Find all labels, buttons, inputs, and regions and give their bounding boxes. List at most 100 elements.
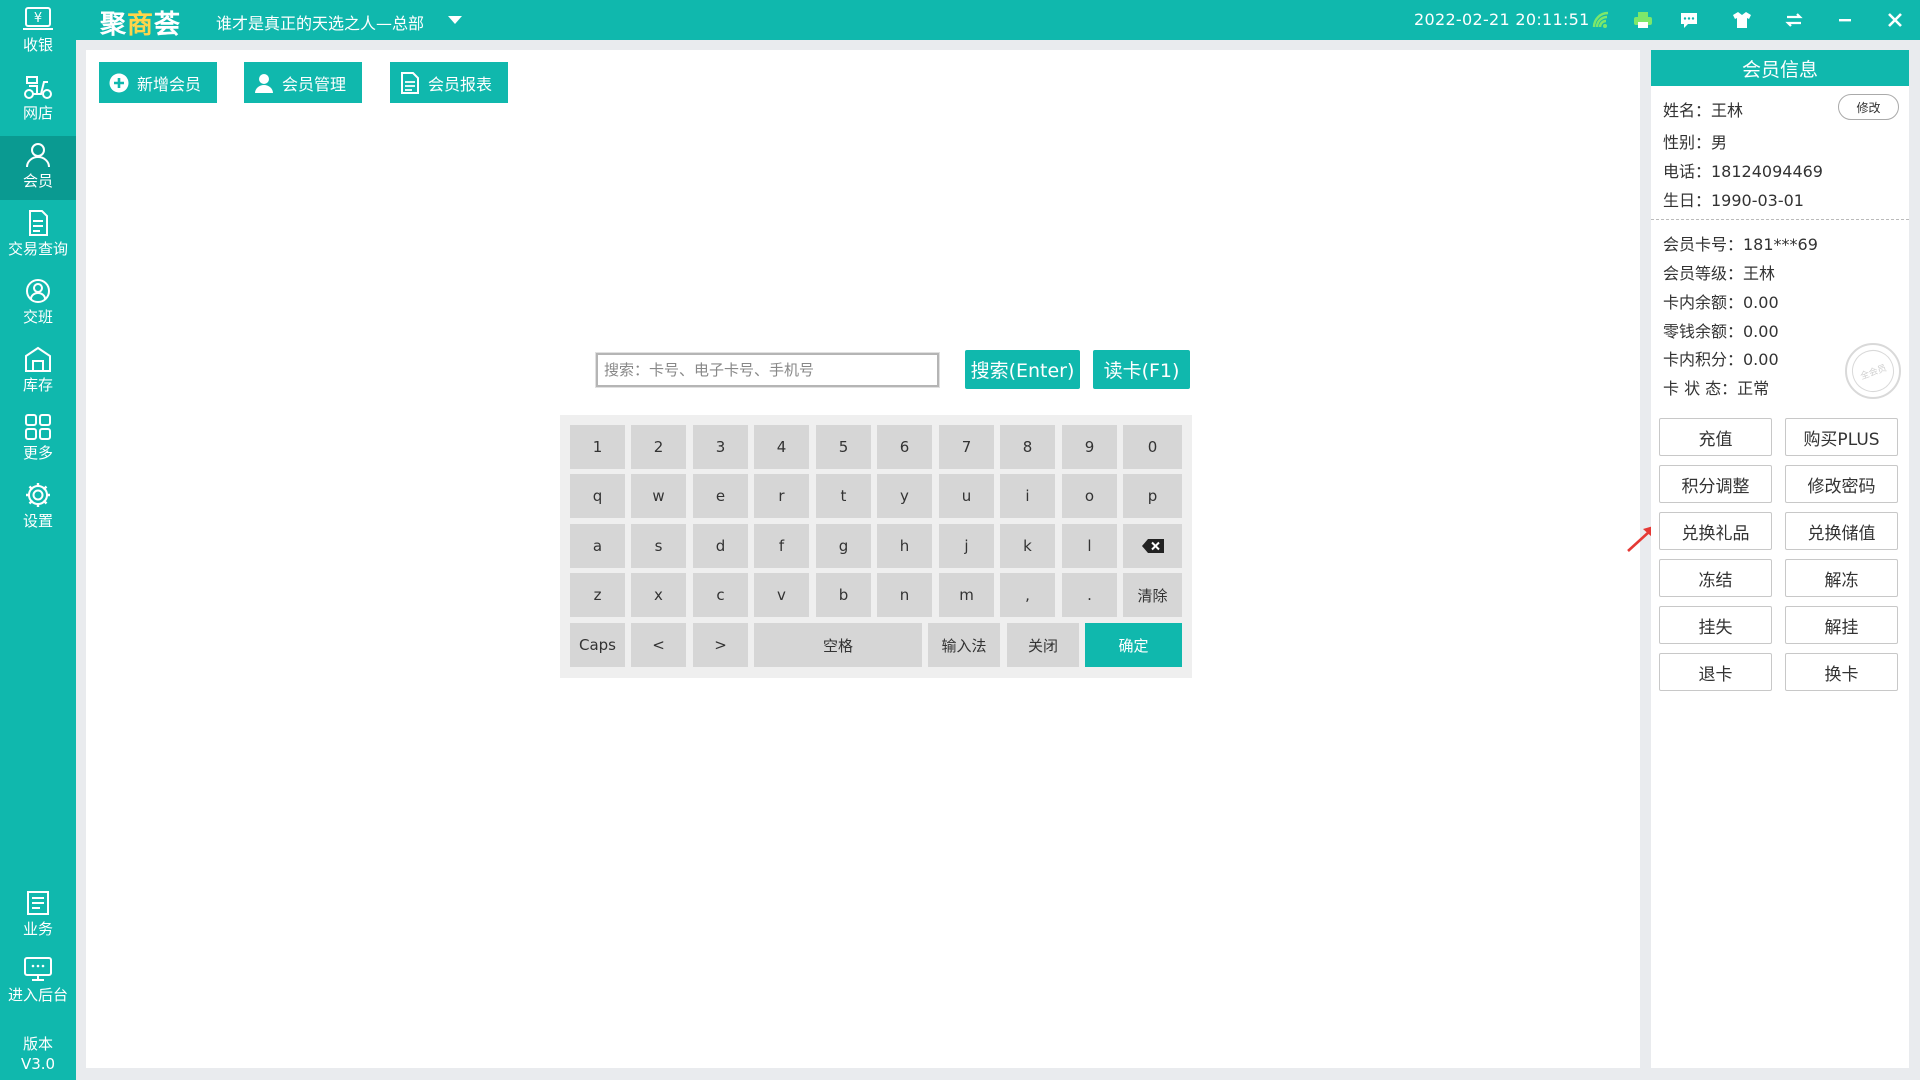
key[interactable]: , — [1000, 573, 1055, 617]
key[interactable]: 9 — [1062, 425, 1117, 469]
svg-text:¥: ¥ — [34, 11, 42, 26]
warehouse-icon — [25, 346, 51, 372]
sidebar-item-cashier[interactable]: ¥ 收银 — [0, 0, 76, 64]
key[interactable]: h — [877, 524, 932, 568]
key[interactable]: s — [631, 524, 686, 568]
key[interactable]: y — [877, 474, 932, 518]
key[interactable]: o — [1062, 474, 1117, 518]
unfreeze-button[interactable]: 解冻 — [1785, 559, 1898, 597]
add-member-button[interactable]: 新增会员 — [99, 62, 217, 103]
sidebar-item-online-store[interactable]: 网店 — [0, 68, 76, 132]
key[interactable]: k — [1000, 524, 1055, 568]
key[interactable]: c — [693, 573, 748, 617]
change-password-button[interactable]: 修改密码 — [1785, 465, 1898, 503]
space-key[interactable]: 空格 — [754, 623, 922, 667]
wifi-icon[interactable] — [1590, 9, 1612, 31]
report-loss-button[interactable]: 挂失 — [1659, 606, 1772, 644]
printer-icon[interactable] — [1632, 9, 1654, 31]
redeem-value-button[interactable]: 兑换储值 — [1785, 512, 1898, 550]
search-input[interactable] — [595, 352, 940, 388]
key[interactable]: 5 — [816, 425, 871, 469]
return-card-button[interactable]: 退卡 — [1659, 653, 1772, 691]
confirm-key[interactable]: 确定 — [1085, 623, 1182, 667]
key[interactable]: t — [816, 474, 871, 518]
sidebar-item-inventory[interactable]: 库存 — [0, 340, 76, 404]
key[interactable]: r — [754, 474, 809, 518]
close-keyboard-key[interactable]: 关闭 — [1007, 623, 1079, 667]
switch-icon[interactable] — [1783, 9, 1805, 31]
member-management-button[interactable]: 会员管理 — [244, 62, 362, 103]
sidebar-item-transactions[interactable]: 交易查询 — [0, 204, 76, 268]
key[interactable]: 8 — [1000, 425, 1055, 469]
minimize-icon[interactable] — [1834, 9, 1856, 31]
chevron-down-icon[interactable] — [448, 16, 462, 24]
card-balance: 卡内余额：0.00 — [1663, 293, 1779, 312]
key[interactable]: 6 — [877, 425, 932, 469]
key[interactable]: 1 — [570, 425, 625, 469]
key[interactable]: d — [693, 524, 748, 568]
sidebar-item-backend[interactable]: 进入后台 — [0, 950, 76, 1014]
key[interactable]: w — [631, 474, 686, 518]
key[interactable]: m — [939, 573, 994, 617]
backspace-key[interactable] — [1123, 524, 1182, 568]
key[interactable]: v — [754, 573, 809, 617]
key[interactable]: x — [631, 573, 686, 617]
key[interactable]: q — [570, 474, 625, 518]
read-card-button[interactable]: 读卡(F1) — [1093, 350, 1190, 389]
sidebar-item-business[interactable]: 业务 — [0, 884, 76, 948]
key[interactable]: g — [816, 524, 871, 568]
virtual-keyboard: 1 2 3 4 5 6 7 8 9 0 q w e r t y u i o p … — [560, 415, 1192, 678]
scooter-icon — [24, 76, 52, 99]
title-bar: 聚商荟 谁才是真正的天选之人—总部 2022-02-21 20:11:51 — [0, 0, 1920, 40]
caps-key[interactable]: Caps — [570, 623, 625, 667]
card-points: 卡内积分：0.00 — [1663, 350, 1779, 369]
sidebar-item-shift[interactable]: 交班 — [0, 272, 76, 336]
store-name[interactable]: 谁才是真正的天选之人—总部 — [216, 10, 424, 34]
recharge-button[interactable]: 充值 — [1659, 418, 1772, 456]
key[interactable]: u — [939, 474, 994, 518]
sidebar-item-member[interactable]: 会员 — [0, 136, 76, 200]
key[interactable]: j — [939, 524, 994, 568]
member-icon — [26, 143, 50, 168]
key[interactable]: e — [693, 474, 748, 518]
key[interactable]: z — [570, 573, 625, 617]
key[interactable]: . — [1062, 573, 1117, 617]
sidebar-item-more[interactable]: 更多 — [0, 408, 76, 472]
key[interactable]: b — [816, 573, 871, 617]
key[interactable]: n — [877, 573, 932, 617]
ime-key[interactable]: 输入法 — [928, 623, 1000, 667]
report-icon — [401, 71, 419, 94]
key[interactable]: p — [1123, 474, 1182, 518]
search-button[interactable]: 搜索(Enter) — [965, 350, 1080, 389]
app-logo: 聚商荟 — [100, 10, 182, 40]
close-icon[interactable] — [1884, 9, 1906, 31]
message-icon[interactable] — [1678, 9, 1700, 31]
key[interactable]: 7 — [939, 425, 994, 469]
key[interactable]: 0 — [1123, 425, 1182, 469]
right-key[interactable]: > — [693, 623, 748, 667]
sidebar: ¥ 收银 网店 会员 交易查询 交班 库存 更多 设置 业务 进入后台 版本 V… — [0, 0, 76, 1080]
key[interactable]: 2 — [631, 425, 686, 469]
left-key[interactable]: < — [631, 623, 686, 667]
key[interactable]: a — [570, 524, 625, 568]
gear-icon — [26, 483, 50, 507]
redeem-gift-button[interactable]: 兑换礼品 — [1659, 512, 1772, 550]
clear-key[interactable]: 清除 — [1123, 573, 1182, 617]
shirt-icon[interactable] — [1731, 9, 1753, 31]
member-report-button[interactable]: 会员报表 — [390, 62, 508, 103]
key[interactable]: f — [754, 524, 809, 568]
cancel-loss-button[interactable]: 解挂 — [1785, 606, 1898, 644]
monitor-icon — [24, 957, 52, 981]
key[interactable]: l — [1062, 524, 1117, 568]
replace-card-button[interactable]: 换卡 — [1785, 653, 1898, 691]
key[interactable]: 4 — [754, 425, 809, 469]
edit-member-button[interactable]: 修改 — [1838, 94, 1899, 120]
key[interactable]: i — [1000, 474, 1055, 518]
plus-circle-icon — [109, 73, 129, 92]
buy-plus-button[interactable]: 购买PLUS — [1785, 418, 1898, 456]
points-adjust-button[interactable]: 积分调整 — [1659, 465, 1772, 503]
sidebar-item-settings[interactable]: 设置 — [0, 476, 76, 540]
key[interactable]: 3 — [693, 425, 748, 469]
member-level: 会员等级：王林 — [1663, 264, 1776, 283]
freeze-button[interactable]: 冻结 — [1659, 559, 1772, 597]
